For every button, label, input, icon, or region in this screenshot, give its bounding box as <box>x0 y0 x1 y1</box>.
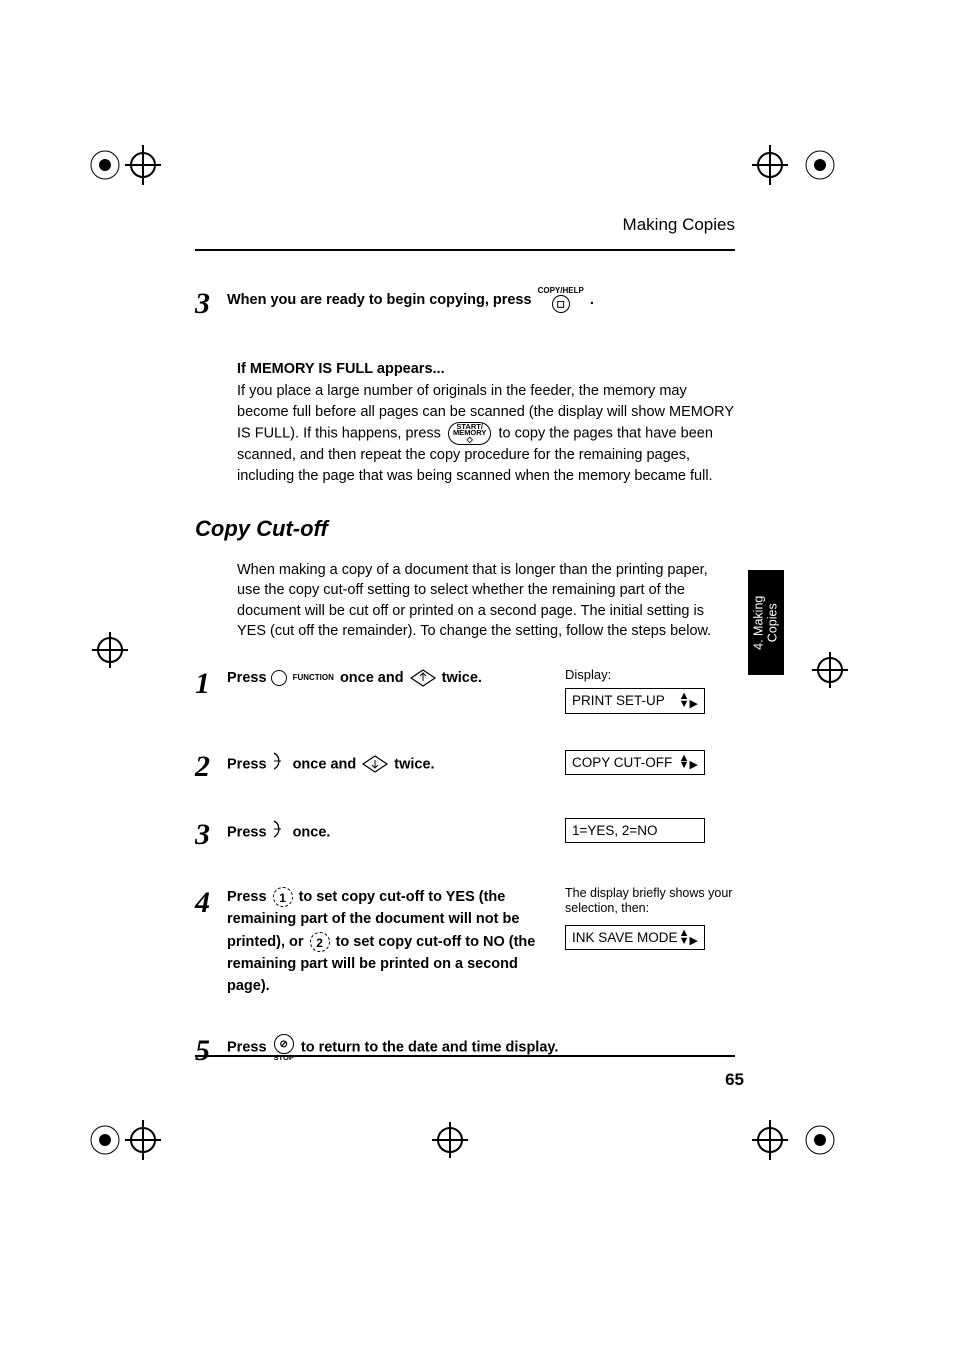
crop-mark-mr <box>800 640 860 700</box>
t: to return to the date and time display. <box>301 1040 559 1056</box>
t: twice. <box>442 670 482 686</box>
lcd-display: PRINT SET-UP ▲▼▶ <box>565 688 705 713</box>
t: Press <box>227 756 271 772</box>
step-3-text: Press once. <box>227 818 330 850</box>
footer-rule <box>195 1055 735 1057</box>
header-rule <box>195 249 735 251</box>
memory-full-note: If MEMORY IS FULL appears... If you plac… <box>237 359 735 486</box>
step-number: 3 <box>195 287 227 319</box>
updown-arrow-icon: ▲▼▶ <box>679 693 698 708</box>
display-label: Display: <box>565 667 735 682</box>
lcd-display: INK SAVE MODE ▲▼▶ <box>565 925 705 950</box>
crop-mark-tr <box>740 125 860 205</box>
updown-arrow-icon: ▲▼▶ <box>679 755 698 770</box>
step-1-text: Press FUNCTION once and twice. <box>227 667 482 699</box>
lcd-display: COPY CUT-OFF ▲▼▶ <box>565 750 705 775</box>
crop-mark-ml <box>70 620 150 680</box>
function-label: FUNCTION <box>293 673 334 682</box>
memory-full-title: If MEMORY IS FULL appears... <box>237 359 735 379</box>
keypad-2-icon: 2 <box>310 932 330 952</box>
step-2: 2 Press once and twice. COPY CUT-OFF ▲▼▶ <box>195 750 735 782</box>
copy-help-button-icon: COPY/HELP ◻ <box>538 287 584 313</box>
right-arrow-button-icon <box>271 750 289 779</box>
t: Press <box>227 1040 271 1056</box>
step-number: 3 <box>195 818 227 850</box>
display-value: INK SAVE MODE <box>572 930 678 945</box>
tab-line1: 4. Making <box>751 595 765 649</box>
step-number: 2 <box>195 750 227 782</box>
step-5-text: Press ⊘ STOP to return to the date and t… <box>227 1034 735 1066</box>
function-button-icon <box>271 670 287 686</box>
t: twice. <box>394 756 434 772</box>
result-note: The display briefly shows your selection… <box>565 886 735 917</box>
step-4-text: Press 1 to set copy cut-off to YES (the … <box>227 886 555 998</box>
crop-mark-br <box>740 1100 860 1180</box>
updown-arrow-icon: ▲▼▶ <box>679 930 698 945</box>
step-3: 3 Press once. 1=YES, 2=NO <box>195 818 735 850</box>
crop-mark-bl <box>85 1100 165 1180</box>
crop-mark-tl <box>85 125 165 205</box>
display-value: 1=YES, 2=NO <box>572 823 658 838</box>
display-value: COPY CUT-OFF <box>572 755 672 770</box>
t: Press <box>227 889 271 905</box>
step-text: When you are ready to begin copying, pre… <box>227 287 735 319</box>
step-text-before: When you are ready to begin copying, pre… <box>227 292 536 308</box>
nav-down-icon <box>360 757 390 771</box>
t: Press <box>227 824 271 840</box>
t: Press <box>227 670 271 686</box>
keypad-1-icon: 1 <box>273 887 293 907</box>
step-5: 5 Press ⊘ STOP to return to the date and… <box>195 1034 735 1066</box>
nav-up-icon <box>408 671 438 685</box>
page-number: 65 <box>725 1070 744 1090</box>
memory-full-body: If you place a large number of originals… <box>237 381 735 486</box>
section-heading: Copy Cut-off <box>195 516 735 542</box>
crop-mark-bc <box>420 1110 480 1170</box>
step-number: 5 <box>195 1034 227 1066</box>
step-4: 4 Press 1 to set copy cut-off to YES (th… <box>195 886 735 998</box>
page-body: Making Copies 3 When you are ready to be… <box>195 215 735 1086</box>
t: once and <box>340 670 408 686</box>
lcd-display: 1=YES, 2=NO <box>565 818 705 843</box>
section-intro: When making a copy of a document that is… <box>237 560 735 641</box>
tab-line2: Copies <box>765 603 779 642</box>
stop-button-icon: ⊘ STOP <box>274 1034 294 1062</box>
top-step-3: 3 When you are ready to begin copying, p… <box>195 287 735 319</box>
right-arrow-button-icon <box>271 818 289 847</box>
copy-help-label: COPY/HELP <box>538 287 584 295</box>
t: once. <box>293 824 331 840</box>
chapter-tab: 4. MakingCopies <box>748 570 784 675</box>
step-1: 1 Press FUNCTION once and twice. Display… <box>195 667 735 713</box>
t: once and <box>293 756 361 772</box>
start-memory-button-icon: START/ MEMORY ◇ <box>448 422 491 446</box>
step-text-after: . <box>590 292 594 308</box>
step-number: 4 <box>195 886 227 998</box>
step-2-text: Press once and twice. <box>227 750 435 782</box>
display-value: PRINT SET-UP <box>572 693 665 708</box>
step-number: 1 <box>195 667 227 699</box>
page-header-title: Making Copies <box>195 215 735 235</box>
